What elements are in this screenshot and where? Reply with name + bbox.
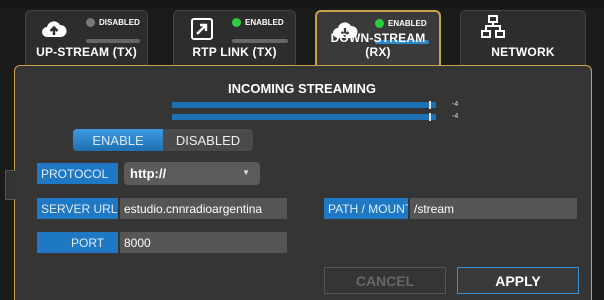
cloud-upload-icon bbox=[40, 17, 68, 41]
tab-label: RTP LINK (TX) bbox=[192, 45, 277, 59]
disable-toggle[interactable]: DISABLED bbox=[163, 129, 253, 151]
external-link-icon bbox=[188, 17, 216, 41]
level-bar bbox=[86, 39, 140, 43]
path-input[interactable]: /stream bbox=[410, 198, 577, 219]
port-input[interactable]: 8000 bbox=[120, 232, 287, 253]
protocol-label: PROTOCOL bbox=[37, 163, 118, 184]
chevron-down-icon: ▼ bbox=[242, 168, 250, 177]
path-label: PATH / MOUNT bbox=[324, 198, 408, 219]
network-icon bbox=[479, 15, 507, 39]
side-handle[interactable] bbox=[5, 170, 16, 200]
protocol-value: http:// bbox=[130, 166, 167, 181]
status-indicator: ENABLED bbox=[375, 19, 427, 28]
meter-label: -4 bbox=[452, 101, 459, 108]
status-indicator: ENABLED bbox=[232, 18, 284, 27]
port-label: PORT bbox=[37, 232, 118, 253]
tab-down-stream[interactable]: ENABLED DOWN-STREAM (RX) bbox=[315, 10, 441, 65]
server-url-label: SERVER URL bbox=[37, 198, 118, 219]
panel-title: INCOMING STREAMING bbox=[227, 81, 377, 96]
status-text: ENABLED bbox=[388, 19, 427, 28]
level-meter bbox=[172, 101, 436, 109]
status-dot bbox=[375, 19, 384, 28]
protocol-select[interactable]: http:// ▼ bbox=[124, 162, 260, 185]
level-bar bbox=[232, 39, 288, 43]
tab-label: UP-STREAM (TX) bbox=[36, 45, 137, 59]
cancel-button[interactable]: CANCEL bbox=[324, 267, 446, 294]
status-text: ENABLED bbox=[245, 18, 284, 27]
tab-rtp-link[interactable]: ENABLED RTP LINK (TX) bbox=[173, 10, 296, 65]
tab-label: DOWN-STREAM (RX) bbox=[330, 31, 426, 59]
apply-button[interactable]: APPLY bbox=[457, 267, 579, 294]
tab-label: NETWORK bbox=[491, 45, 555, 59]
status-indicator: DISABLED bbox=[86, 18, 140, 27]
status-text: DISABLED bbox=[99, 18, 140, 27]
meter-marker bbox=[429, 101, 431, 109]
status-dot bbox=[232, 18, 241, 27]
server-url-input[interactable]: estudio.cnnradioargentina bbox=[120, 198, 287, 219]
level-meter bbox=[172, 113, 436, 121]
meter-marker bbox=[429, 113, 431, 121]
enable-toggle[interactable]: ENABLE bbox=[73, 129, 163, 151]
tab-network[interactable]: NETWORK bbox=[460, 10, 586, 65]
tab-up-stream[interactable]: DISABLED UP-STREAM (TX) bbox=[25, 10, 148, 65]
top-strip bbox=[0, 0, 604, 8]
status-dot bbox=[86, 18, 95, 27]
meter-label: -4 bbox=[452, 113, 459, 120]
